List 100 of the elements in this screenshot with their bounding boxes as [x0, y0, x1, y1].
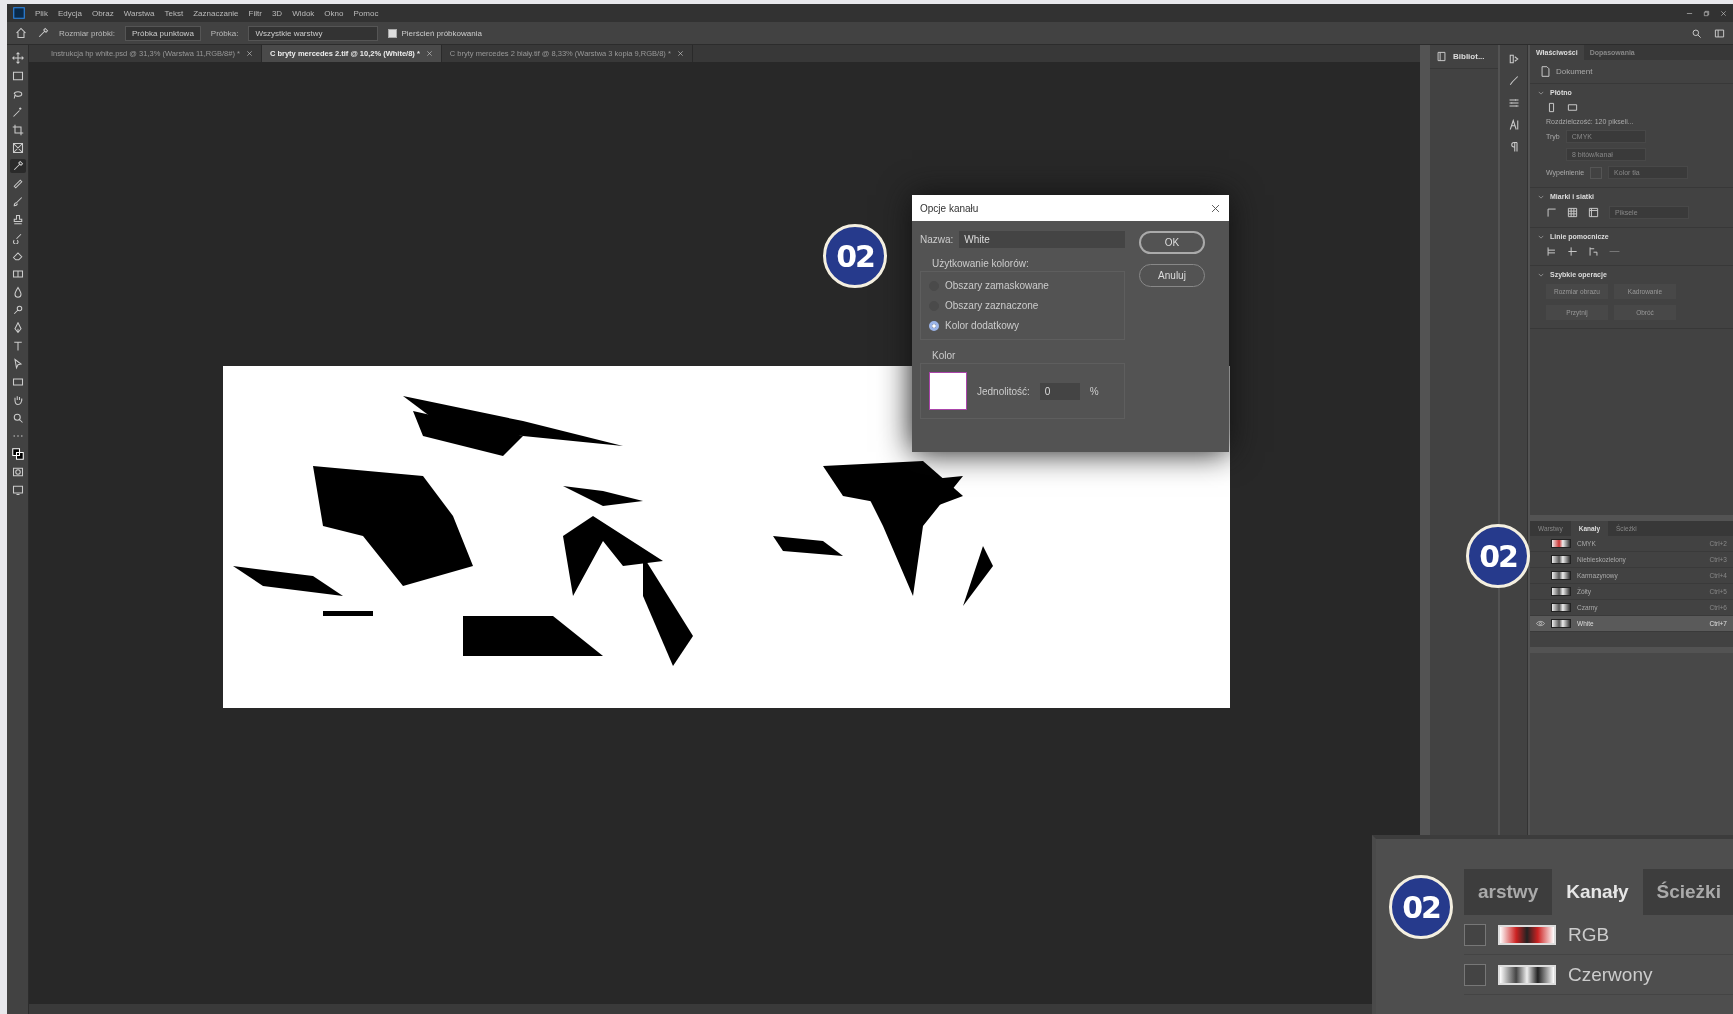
- close-icon[interactable]: [1720, 9, 1727, 17]
- channel-row[interactable]: RGB: [1464, 915, 1733, 955]
- dodge-icon: [11, 304, 24, 316]
- history-icon[interactable]: [1507, 53, 1520, 65]
- guides-icon[interactable]: [1588, 207, 1599, 218]
- caret-icon[interactable]: [1538, 271, 1544, 278]
- opacity-field[interactable]: 0: [1039, 382, 1080, 400]
- close-icon[interactable]: [1210, 202, 1221, 214]
- search-icon[interactable]: [1691, 27, 1702, 39]
- color-swatches-icon: [11, 448, 24, 460]
- screen-mode-icon: [11, 484, 24, 496]
- sliders-icon[interactable]: [1507, 97, 1520, 109]
- group-label: Kolor: [931, 350, 957, 361]
- channel-row[interactable]: Czerwony: [1464, 955, 1733, 995]
- bandage-icon: [11, 178, 24, 190]
- tool-button[interactable]: [9, 159, 26, 173]
- ok-button[interactable]: OK: [1139, 231, 1205, 254]
- drop-icon: [11, 286, 24, 298]
- stamp-icon: [11, 214, 24, 226]
- group-label: Użytkowanie kolorów:: [931, 258, 1030, 269]
- caret-icon[interactable]: [1538, 89, 1544, 96]
- radio-label[interactable]: Kolor dodatkowy: [945, 320, 1019, 331]
- channel-thumbnail: [1498, 924, 1556, 945]
- pen-icon: [11, 322, 24, 334]
- menu-item[interactable]: 3D: [271, 8, 283, 18]
- channel-name: RGB: [1568, 923, 1610, 946]
- channel-thumbnail: [1498, 964, 1556, 985]
- menu-item[interactable]: Filtr: [248, 8, 262, 18]
- close-icon[interactable]: [676, 50, 684, 57]
- crop-icon: [11, 124, 24, 136]
- brush-icon: [11, 196, 24, 208]
- document-icon: [1540, 66, 1551, 77]
- channel-name: Czerwony: [1568, 963, 1653, 986]
- tool-button[interactable]: [9, 51, 26, 65]
- unit-label: %: [1089, 385, 1099, 397]
- panel-tab[interactable]: arstwy: [1464, 869, 1553, 915]
- library-tab[interactable]: Bibliot...: [1430, 45, 1498, 69]
- home-icon[interactable]: [15, 27, 27, 39]
- channel-thumbnail: [1551, 587, 1571, 596]
- eyedropper-icon: [11, 160, 24, 172]
- portrait-icon[interactable]: [1546, 102, 1557, 113]
- cancel-button[interactable]: Anuluj: [1139, 264, 1205, 287]
- name-field[interactable]: White: [959, 231, 1125, 248]
- eyedropper-icon[interactable]: [37, 27, 49, 39]
- menu-item[interactable]: Warstwa: [123, 8, 155, 18]
- rectangle-icon: [11, 376, 24, 388]
- checkbox-label[interactable]: Pierścień próbkowania: [401, 28, 482, 38]
- menu-item[interactable]: Pomoc: [353, 8, 379, 18]
- library-icon: [1436, 51, 1447, 62]
- channel-thumbnail: [1551, 555, 1571, 564]
- panel-tab[interactable]: Kanały: [1552, 869, 1643, 915]
- eraser-icon: [11, 250, 24, 262]
- close-icon[interactable]: [245, 50, 253, 57]
- channel-thumbnail: [1551, 539, 1571, 548]
- channel-thumbnail: [1551, 619, 1571, 628]
- channel-thumbnail: [1551, 571, 1571, 580]
- color-swatch[interactable]: [929, 372, 967, 410]
- landscape-icon[interactable]: [1567, 102, 1578, 113]
- radio-label[interactable]: Obszary zamaskowane: [945, 280, 1049, 291]
- sample-dropdown[interactable]: Wszystkie warstwy: [248, 25, 379, 41]
- guide-layer-icon[interactable]: [1588, 246, 1599, 257]
- marquee-icon: [11, 70, 24, 82]
- guide-lines-icon[interactable]: [1546, 246, 1557, 257]
- field-label: Nazwa:: [920, 234, 954, 245]
- restore-icon[interactable]: [1703, 9, 1710, 17]
- checkbox[interactable]: [388, 28, 398, 38]
- sample-size-dropdown[interactable]: Próbka punktowa: [125, 25, 201, 41]
- magic-wand-icon: [11, 106, 24, 118]
- character-icon[interactable]: [1507, 119, 1520, 131]
- guide-layout-icon[interactable]: [1567, 246, 1578, 257]
- ruler-icon[interactable]: [1546, 207, 1557, 218]
- panel-tab[interactable]: Ścieżki: [1642, 869, 1733, 915]
- app-logo-icon: [13, 7, 25, 19]
- grid-icon[interactable]: [1567, 207, 1578, 218]
- section-label: Dokument: [1556, 67, 1593, 76]
- menu-item[interactable]: Edycja: [57, 8, 82, 18]
- hand-icon: [11, 394, 24, 406]
- menu-item[interactable]: Widok: [292, 8, 315, 18]
- menu-item[interactable]: Tekst: [164, 8, 184, 18]
- quick-mask-icon: [11, 466, 24, 478]
- workspace-icon[interactable]: [1714, 27, 1725, 39]
- radio-button[interactable]: [929, 320, 939, 331]
- dialog-title: Opcje kanału: [920, 202, 979, 214]
- radio-label[interactable]: Obszary zaznaczone: [945, 300, 1039, 311]
- lasso-icon: [11, 88, 24, 100]
- caret-icon[interactable]: [1538, 193, 1544, 200]
- menu-item[interactable]: Plik: [35, 8, 48, 18]
- eye-icon[interactable]: [1536, 620, 1545, 627]
- menu-item[interactable]: Zaznaczanie: [193, 8, 239, 18]
- menu-item[interactable]: Obraz: [91, 8, 114, 18]
- caret-icon[interactable]: [1538, 233, 1544, 240]
- brush-settings-icon[interactable]: [1507, 75, 1520, 87]
- option-label: Rozmiar próbki:: [59, 28, 115, 38]
- tool-button[interactable]: [9, 447, 26, 461]
- frame-icon: [11, 142, 24, 154]
- menu-item[interactable]: Okno: [324, 8, 344, 18]
- gradient-icon: [11, 268, 24, 280]
- history-brush-icon: [11, 232, 24, 244]
- close-icon[interactable]: [425, 50, 433, 57]
- zoom-icon: [11, 412, 24, 424]
